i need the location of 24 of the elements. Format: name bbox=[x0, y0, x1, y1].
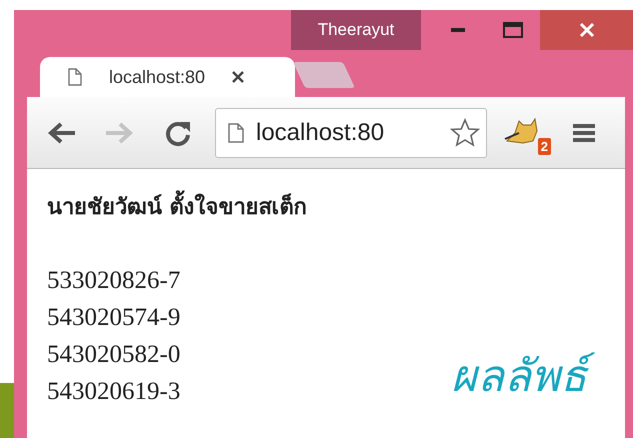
page-heading: นายชัยวัฒน์ ตั้งใจขายสเต็ก bbox=[47, 189, 605, 224]
count-badge: 2 bbox=[538, 138, 551, 154]
back-button[interactable] bbox=[47, 120, 77, 144]
page-icon bbox=[228, 122, 244, 142]
id-number: 533020826-7 bbox=[47, 266, 180, 296]
new-tab-button[interactable] bbox=[292, 62, 356, 88]
maximize-icon bbox=[502, 22, 522, 38]
user-badge[interactable]: Theerayut bbox=[291, 10, 421, 50]
address-text: localhost:80 bbox=[256, 118, 386, 146]
close-icon bbox=[578, 22, 594, 38]
star-icon[interactable] bbox=[450, 118, 480, 148]
menu-icon[interactable] bbox=[573, 122, 595, 144]
browser-tab[interactable]: localhost:80 bbox=[40, 57, 295, 97]
close-button[interactable] bbox=[540, 10, 633, 50]
address-bar[interactable]: localhost:80 bbox=[215, 108, 487, 158]
id-number: 543020582-0 bbox=[47, 340, 180, 370]
close-icon[interactable] bbox=[232, 71, 244, 83]
id-number: 543020619-3 bbox=[47, 377, 180, 407]
id-number: 543020574-9 bbox=[47, 303, 180, 333]
extension-button[interactable]: 2 bbox=[503, 110, 551, 154]
page-icon bbox=[68, 68, 82, 86]
slide-accent-bar bbox=[0, 383, 14, 438]
minimize-icon bbox=[451, 28, 465, 32]
slide-caption: ผลลัพธ์ bbox=[447, 344, 595, 410]
